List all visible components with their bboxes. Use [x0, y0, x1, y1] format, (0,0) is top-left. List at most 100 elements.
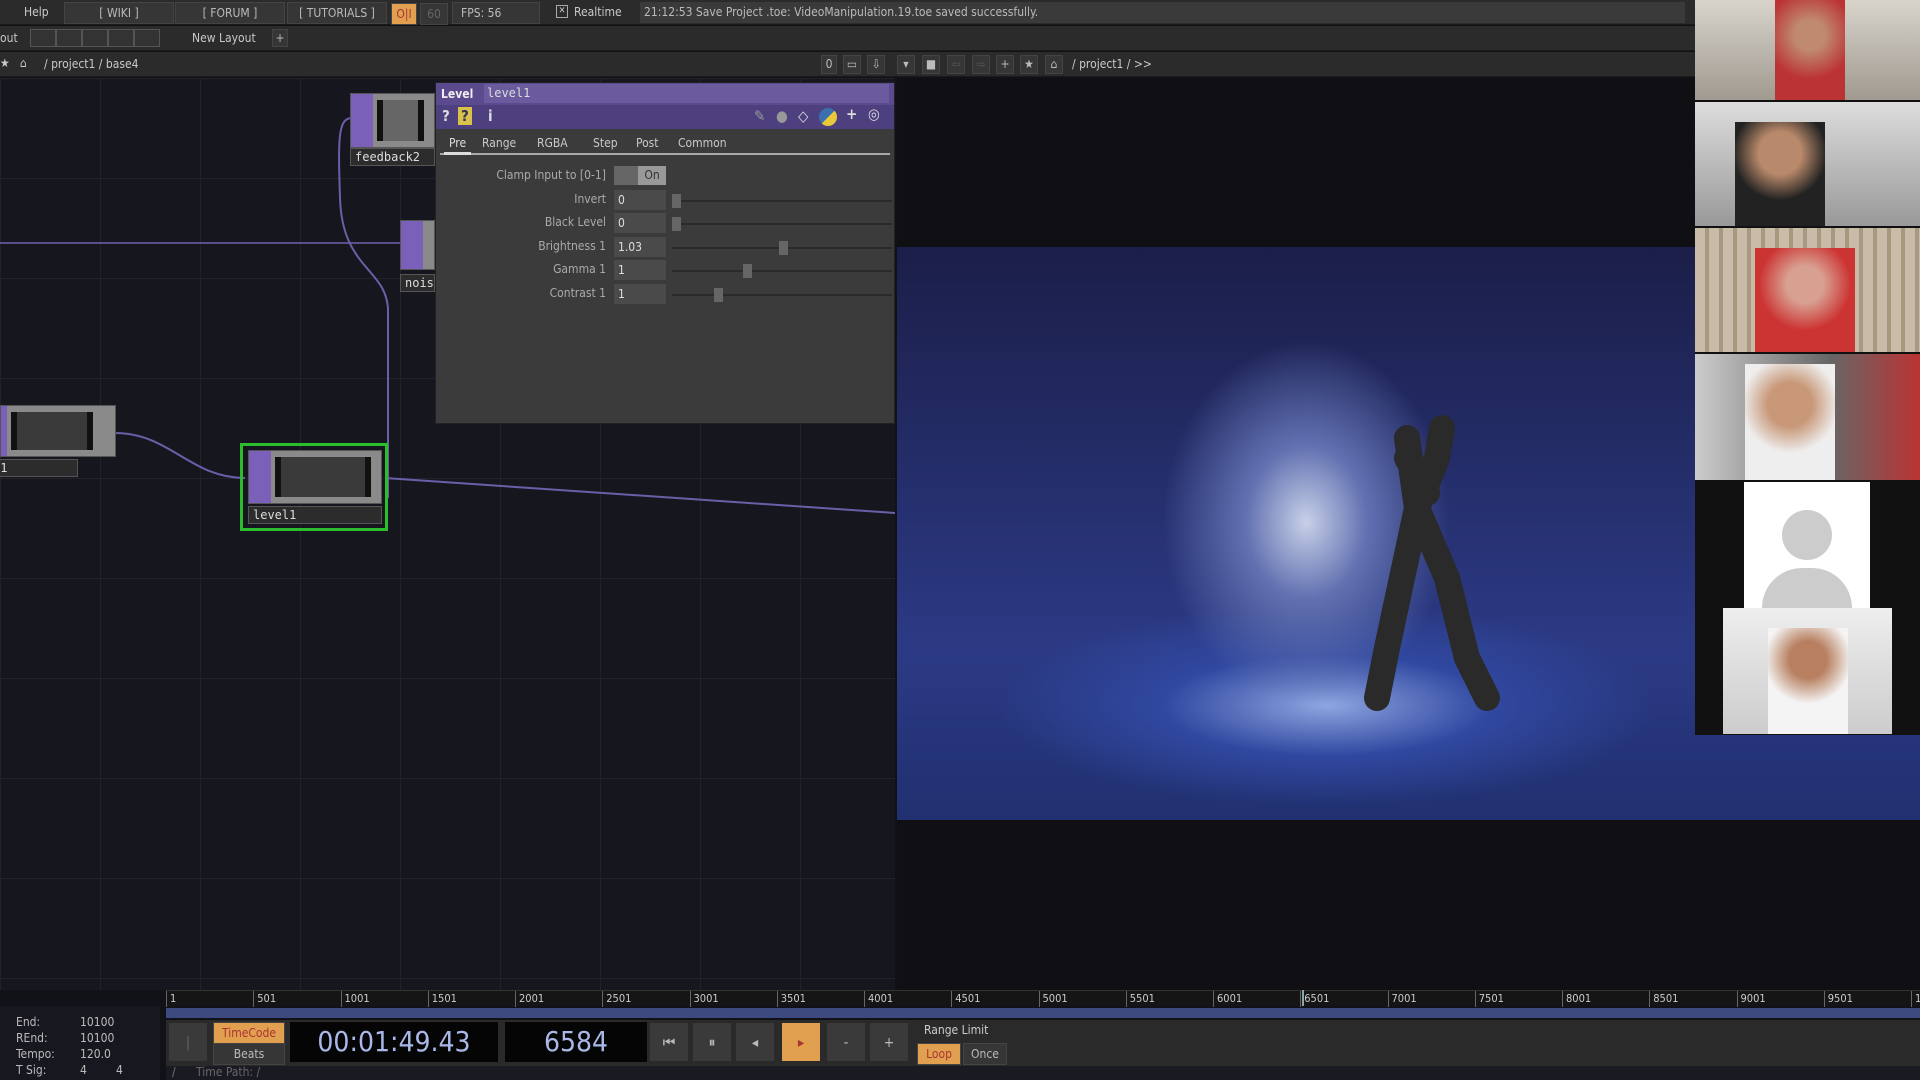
step-back-button[interactable]: ◂ [735, 1022, 775, 1062]
target-icon[interactable]: ◎ [868, 105, 880, 123]
time-path-slash[interactable]: / [172, 1065, 176, 1079]
timecode-display[interactable]: 00:01:49.43 [290, 1022, 498, 1062]
clamp-toggle[interactable]: On [614, 166, 666, 185]
playhead[interactable] [1301, 990, 1304, 1006]
tsig-label: T Sig: [16, 1063, 47, 1077]
rend-value[interactable]: 10100 [80, 1030, 114, 1046]
menu-help[interactable]: Help [24, 5, 49, 19]
stop-icon[interactable]: ■ [922, 55, 940, 74]
once-button[interactable]: Once [963, 1043, 1007, 1065]
increment-button[interactable]: + [869, 1022, 909, 1062]
python-help-icon[interactable]: ? [458, 107, 472, 125]
tsig-a[interactable]: 4 [80, 1062, 87, 1078]
dropdown-icon[interactable]: ▾ [897, 55, 915, 74]
participant-tile[interactable] [1695, 0, 1920, 100]
forward-icon[interactable]: ⇨ [972, 55, 990, 74]
rewind-button[interactable]: ⏮ [649, 1022, 689, 1062]
param-value-field[interactable]: 0 [614, 189, 666, 210]
tsig-b[interactable]: 4 [116, 1062, 123, 1078]
home-icon[interactable]: ⌂ [20, 56, 27, 70]
frame-display[interactable]: 6584 [505, 1022, 647, 1062]
import-icon[interactable]: ⇩ [867, 55, 885, 74]
star-icon[interactable]: ★ [1020, 55, 1038, 74]
fps-limit[interactable]: 60 [420, 3, 448, 25]
node-noise[interactable] [400, 220, 435, 270]
pencil-icon[interactable]: ✎ [754, 107, 765, 125]
status-message: 21:12:53 Save Project .toe: VideoManipul… [640, 2, 1685, 23]
param-slider-track[interactable] [672, 223, 892, 225]
viewer-path[interactable]: / project1 / >> [1072, 57, 1152, 71]
forum-button[interactable]: [ FORUM ] [175, 2, 285, 24]
op-name-field[interactable]: level1 [484, 84, 889, 103]
param-slider-handle[interactable] [779, 240, 789, 255]
star-icon[interactable]: ★ [0, 56, 10, 70]
node-level1[interactable] [248, 450, 382, 504]
tab-step[interactable]: Step [593, 136, 618, 150]
param-slider-track[interactable] [672, 199, 892, 202]
param-value-field[interactable]: 1.03 [614, 236, 666, 257]
info-icon[interactable]: i [488, 107, 493, 125]
realtime-checkbox[interactable]: ✕ [556, 5, 568, 18]
tutorials-button[interactable]: [ TUTORIALS ] [287, 2, 387, 24]
zero-button[interactable]: 0 [821, 55, 837, 74]
python-icon[interactable] [819, 108, 837, 126]
participant-video [1768, 628, 1848, 734]
back-icon[interactable]: ⇦ [947, 55, 965, 74]
participant-video [1775, 0, 1845, 100]
timeline-tick: 3501 [776, 991, 806, 1007]
play-button[interactable]: ▸ [781, 1022, 821, 1062]
beats-button[interactable]: Beats [213, 1043, 285, 1065]
timeline-ruler[interactable]: 1 501 1001 1501 2001 2501 3001 3501 4001 4501 5001… [166, 990, 1920, 1007]
window-icon[interactable]: ▭ [843, 55, 861, 74]
participant-tile[interactable] [1695, 102, 1920, 226]
timeline-tick: 3001 [689, 991, 719, 1007]
participant-tile[interactable] [1695, 228, 1920, 352]
timeline-tick: 9001 [1736, 991, 1766, 1007]
param-label: Brightness 1 [538, 238, 606, 253]
param-slider-handle[interactable] [672, 217, 681, 231]
participant-placeholder[interactable] [1744, 482, 1870, 608]
tab-rgba[interactable]: RGBA [537, 136, 568, 150]
network-path[interactable]: / project1 / base4 [44, 57, 138, 71]
layout-presets[interactable] [30, 29, 160, 47]
decrement-button[interactable]: - [826, 1022, 866, 1062]
param-slider-track[interactable] [672, 270, 892, 272]
node-left-source[interactable] [0, 405, 116, 457]
timeline-tick: 1001 [340, 991, 370, 1007]
new-layout-label[interactable]: New Layout [192, 31, 256, 45]
participant-tile[interactable] [1695, 354, 1920, 480]
comment-icon[interactable]: ● [776, 107, 788, 125]
node-feedback2[interactable] [350, 93, 435, 148]
timecode-button[interactable]: TimeCode [213, 1022, 285, 1044]
tab-pre[interactable]: Pre [444, 136, 472, 155]
home-icon[interactable]: ⌂ [1045, 55, 1063, 74]
transport-handle[interactable]: | [168, 1022, 208, 1062]
add-layout-button[interactable]: + [272, 29, 288, 47]
tab-range[interactable]: Range [482, 136, 516, 150]
tab-post[interactable]: Post [636, 136, 659, 150]
wiki-button[interactable]: [ WIKI ] [64, 2, 174, 24]
loop-button[interactable]: Loop [917, 1043, 961, 1065]
oi-toggle[interactable]: O|I [391, 3, 417, 25]
param-slider-handle[interactable] [743, 264, 753, 278]
param-value-field[interactable]: 0 [614, 213, 666, 233]
plus-icon[interactable]: + [846, 105, 857, 123]
rend-label: REnd: [16, 1031, 48, 1045]
tab-common[interactable]: Common [678, 136, 727, 150]
pause-button[interactable]: ⏸ [692, 1022, 732, 1062]
participant-tile[interactable] [1723, 608, 1892, 734]
timeline-range-bar[interactable] [166, 1008, 1920, 1018]
tempo-value[interactable]: 120.0 [80, 1046, 111, 1062]
param-slider-handle[interactable] [714, 287, 723, 302]
param-value-field[interactable]: 1 [614, 283, 666, 304]
add-icon[interactable]: + [996, 55, 1014, 74]
param-value-field[interactable]: 1 [614, 260, 666, 280]
param-invert: Invert 0 [436, 189, 896, 210]
param-slider-handle[interactable] [672, 193, 681, 208]
clipboard-icon[interactable]: ◇ [798, 107, 808, 125]
end-value[interactable]: 10100 [80, 1014, 114, 1030]
range-limit-label: Range Limit [924, 1023, 989, 1037]
param-slider-track[interactable] [672, 293, 892, 296]
help-icon[interactable]: ? [442, 107, 450, 125]
param-label: Gamma 1 [553, 262, 606, 276]
